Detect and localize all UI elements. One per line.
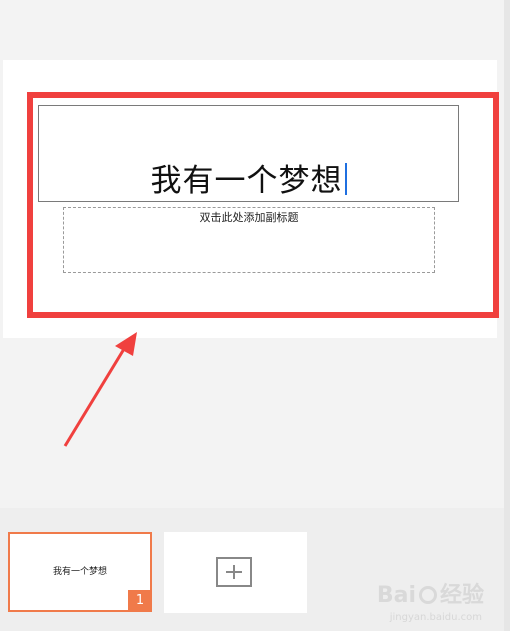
add-slide-button[interactable] — [164, 532, 307, 613]
watermark-brand-suffix: 经验 — [439, 583, 484, 608]
watermark-brand: Bai — [376, 583, 416, 608]
plus-icon — [216, 557, 252, 587]
highlight-annotation-box — [27, 92, 499, 318]
annotation-arrow-icon — [63, 332, 137, 447]
paw-icon — [418, 586, 437, 604]
watermark-site: jingyan.baidu.com — [389, 612, 482, 623]
slide-thumbnail[interactable]: 我有一个梦想 1 — [8, 532, 152, 612]
slide-number-badge: 1 — [128, 590, 152, 612]
watermark-logo: Bai 经验 — [377, 577, 484, 609]
thumbnail-title: 我有一个梦想 — [52, 567, 107, 577]
scrollbar[interactable] — [504, 0, 510, 631]
